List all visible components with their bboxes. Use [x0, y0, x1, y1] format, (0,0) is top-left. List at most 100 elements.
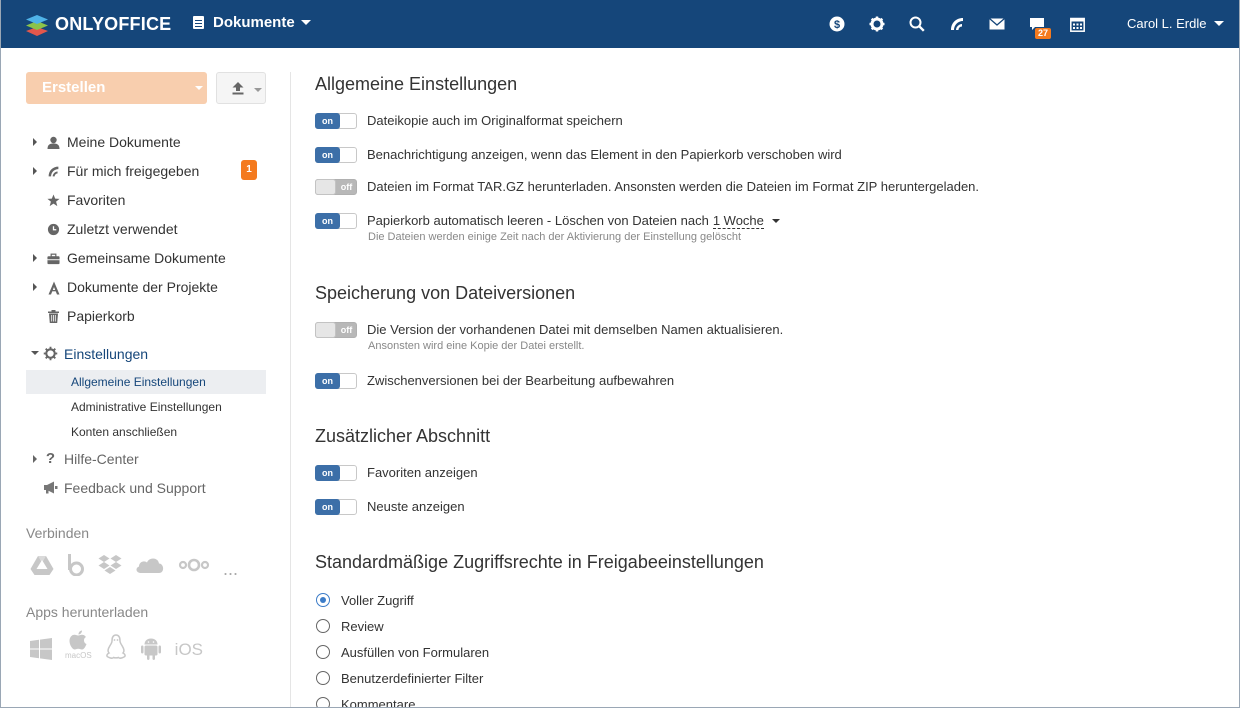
section-title-access: Standardmäßige Zugriffsrechte in Freigab… [315, 552, 764, 572]
sidebar-subitem-connect-accounts[interactable]: Konten anschließen [26, 420, 266, 444]
option-hint: Die Dateien werden einige Zeit nach der … [368, 231, 741, 243]
toggle-state-label: on [315, 147, 340, 163]
user-name: Carol L. Erdle [1127, 16, 1207, 31]
expand-arrow-icon[interactable] [33, 167, 37, 175]
toggle-switch[interactable]: on [315, 213, 357, 229]
calendar-icon[interactable] [1067, 14, 1087, 34]
connect-title: Verbinden [26, 525, 90, 541]
collapse-arrow-icon[interactable] [31, 351, 39, 355]
top-navbar: ONLYOFFICE Dokumente $ 27 Carol L. Erdle [1, 0, 1239, 48]
more-services-link[interactable]: ... [223, 554, 238, 578]
nextcloud-icon[interactable] [178, 558, 210, 572]
expand-arrow-icon[interactable] [33, 138, 37, 146]
radio-button[interactable] [316, 645, 330, 659]
sidebar-subitem-label: Administrative Einstellungen [71, 400, 222, 414]
radio-button[interactable] [316, 619, 330, 633]
trash-icon [46, 309, 61, 324]
clock-icon [46, 222, 61, 237]
toggle-switch[interactable]: on [315, 147, 357, 163]
toggle-switch[interactable]: off [315, 179, 357, 195]
onlyoffice-logo[interactable]: ONLYOFFICE [25, 11, 171, 37]
gear-icon[interactable] [867, 14, 887, 34]
toggle-state-label: on [315, 465, 340, 481]
section-title-additional: Zusätzlicher Abschnitt [315, 426, 491, 446]
toggle-switch[interactable]: on [315, 499, 357, 515]
radio-button[interactable] [316, 593, 330, 607]
radio-button[interactable] [316, 671, 330, 685]
sidebar-divider [290, 72, 291, 707]
sidebar-item-common-documents[interactable]: Gemeinsame Dokumente [26, 244, 266, 273]
dollar-icon[interactable]: $ [827, 14, 847, 34]
option-label: Neuste anzeigen [367, 499, 465, 514]
google-drive-icon[interactable] [30, 555, 54, 575]
sidebar-item-label: Gemeinsame Dokumente [67, 250, 226, 266]
connect-services: ... [30, 554, 251, 578]
expand-arrow-icon[interactable] [33, 283, 37, 291]
toggle-state-label: off [340, 325, 353, 335]
toggle-knob [315, 322, 336, 338]
toggle-switch[interactable]: on [315, 113, 357, 129]
apps-title: Apps herunterladen [26, 604, 149, 620]
sidebar-item-shared-with-me[interactable]: Für mich freigegeben 1 [26, 157, 266, 186]
sidebar-item-favorites[interactable]: Favoriten [26, 186, 266, 215]
document-icon [193, 16, 204, 29]
sidebar-item-my-documents[interactable]: Meine Dokumente [26, 128, 266, 157]
chevron-down-icon [1214, 21, 1225, 26]
sidebar-item-label: Zuletzt verwendet [67, 221, 178, 237]
dropbox-icon[interactable] [98, 554, 122, 576]
onedrive-icon[interactable] [135, 556, 165, 574]
trash-period-dropdown[interactable]: 1 Woche [712, 213, 764, 229]
sidebar-subitem-label: Konten anschließen [71, 425, 178, 439]
toggle-switch[interactable]: on [315, 465, 357, 481]
expand-arrow-icon[interactable] [33, 455, 37, 463]
toggle-switch[interactable]: off [315, 322, 357, 338]
macos-icon[interactable]: macOS [65, 630, 92, 660]
app-downloads: macOS iOS [30, 630, 216, 660]
android-icon[interactable] [140, 636, 162, 660]
sidebar-subitem-general-settings[interactable]: Allgemeine Einstellungen [26, 370, 266, 394]
option-label-with-dropdown: Papierkorb automatisch leeren - Löschen … [367, 213, 780, 229]
chevron-down-icon[interactable] [771, 219, 780, 223]
box-icon[interactable] [67, 554, 85, 576]
sidebar-item-label: Feedback und Support [64, 480, 206, 496]
chevron-down-icon [300, 20, 311, 25]
sidebar-item-settings[interactable]: Einstellungen [26, 342, 266, 367]
option-label: Papierkorb automatisch leeren - Löschen … [367, 213, 709, 228]
module-switcher[interactable]: Dokumente [193, 14, 311, 31]
section-title-general: Allgemeine Einstellungen [315, 74, 518, 94]
toggle-switch[interactable]: on [315, 373, 357, 389]
radio-label: Benutzerdefinierter Filter [341, 671, 484, 686]
upload-button[interactable] [216, 72, 266, 104]
sidebar-item-label: Hilfe-Center [64, 451, 139, 467]
create-button[interactable]: Erstellen [26, 72, 207, 104]
mail-icon[interactable] [987, 14, 1007, 34]
sidebar-item-feedback[interactable]: Feedback und Support [26, 476, 266, 501]
logo-icon [26, 15, 48, 36]
windows-icon[interactable] [30, 638, 52, 660]
feed-icon[interactable] [947, 14, 967, 34]
create-button-label: Erstellen [42, 79, 106, 96]
radio-button[interactable] [316, 697, 330, 707]
megaphone-icon [43, 480, 58, 495]
search-icon[interactable] [907, 14, 927, 34]
expand-arrow-icon[interactable] [33, 254, 37, 262]
sidebar-item-label: Einstellungen [64, 346, 149, 362]
share-icon [46, 164, 61, 179]
sidebar-item-help-center[interactable]: ? Hilfe-Center [26, 447, 266, 472]
gear-icon [43, 346, 58, 364]
sidebar-item-recent[interactable]: Zuletzt verwendet [26, 215, 266, 244]
section-title-versions: Speicherung von Dateiversionen [315, 283, 576, 303]
sidebar-item-trash[interactable]: Papierkorb [26, 302, 266, 331]
radio-label: Ausfüllen von Formularen [341, 645, 490, 660]
sidebar-item-project-documents[interactable]: Dokumente der Projekte [26, 273, 266, 302]
ios-link[interactable]: iOS [175, 640, 203, 660]
question-icon: ? [45, 450, 56, 467]
sidebar-subitem-admin-settings[interactable]: Administrative Einstellungen [26, 395, 266, 419]
linux-icon[interactable] [105, 634, 127, 660]
user-menu[interactable]: Carol L. Erdle [1127, 16, 1225, 31]
toggle-state-label: on [315, 113, 340, 129]
user-icon [46, 135, 61, 150]
chevron-down-icon [254, 88, 262, 92]
sidebar-item-label: Für mich freigegeben [67, 163, 200, 179]
chevron-down-icon [195, 86, 203, 90]
